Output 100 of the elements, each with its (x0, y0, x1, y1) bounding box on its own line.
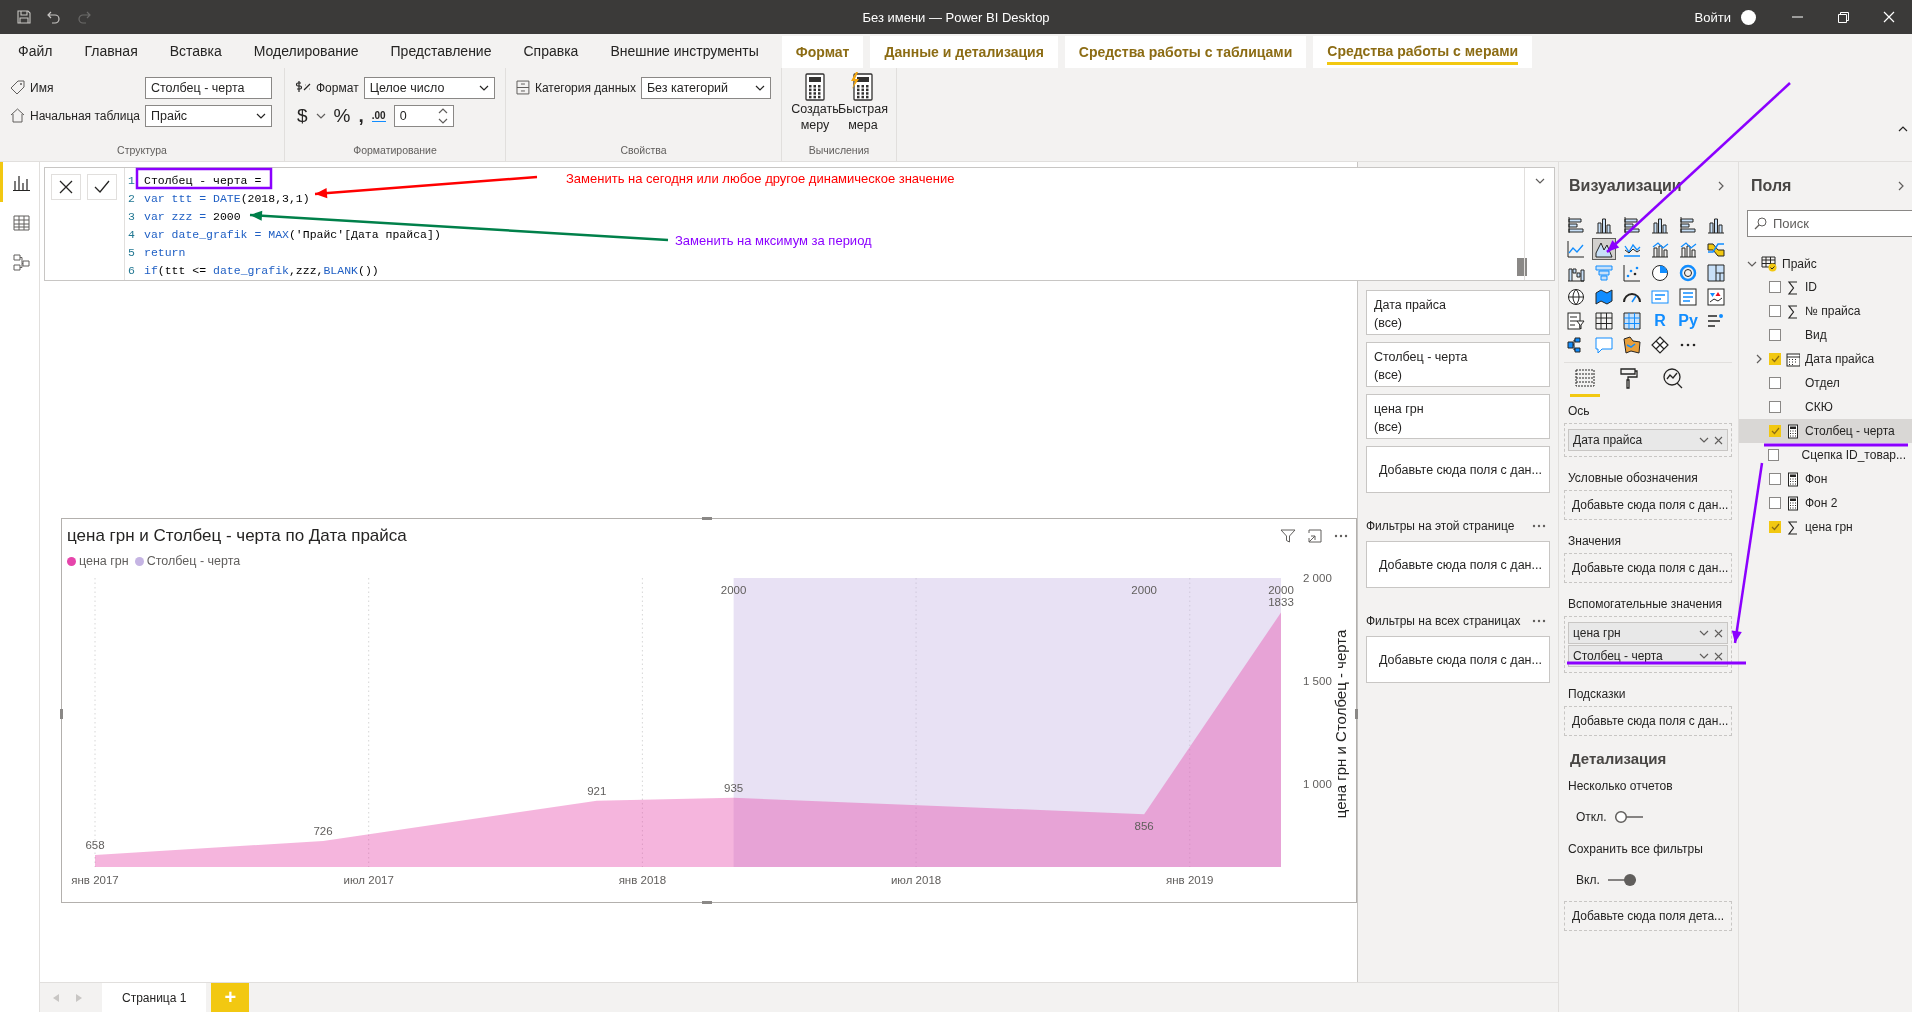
ribbon-tab[interactable]: Данные и детализация (870, 36, 1058, 68)
checkbox[interactable] (1769, 281, 1781, 293)
kpi-icon[interactable] (1704, 286, 1728, 308)
expand-icon[interactable] (1747, 259, 1757, 269)
collapse-ribbon-icon[interactable] (1898, 124, 1908, 134)
field-item[interactable]: Дата прайса (1739, 347, 1912, 371)
collapse-pane-icon[interactable] (1716, 181, 1726, 191)
collapse-pane-icon[interactable] (1896, 181, 1906, 191)
percent-button[interactable]: % (333, 104, 351, 127)
filter-card[interactable]: Столбец - черта (все) (1366, 342, 1550, 387)
field-item[interactable]: цена грн (1739, 515, 1912, 539)
toggle-switch[interactable] (1612, 810, 1645, 824)
ribbon-tab[interactable]: Файл (2, 34, 69, 68)
checkbox[interactable] (1769, 377, 1781, 389)
field-item[interactable]: № прайса (1739, 299, 1912, 323)
checkbox[interactable] (1769, 353, 1781, 365)
axis-label: июл 2017 (343, 874, 394, 886)
ribbon-tab[interactable]: Моделирование (237, 34, 375, 68)
page-tab[interactable]: Страница 1 (102, 983, 207, 1012)
code-line[interactable]: Столбец - черта = (144, 173, 262, 187)
minimize-icon[interactable] (1791, 16, 1803, 18)
measure-button[interactable]: Создать меру (792, 72, 838, 144)
more-options-icon[interactable] (1532, 619, 1546, 623)
ribbon-tab[interactable]: Представление (374, 34, 508, 68)
toggle-switch[interactable] (1605, 873, 1638, 887)
checkbox[interactable] (1768, 449, 1779, 461)
format-dropdown[interactable]: Целое число (363, 76, 495, 99)
thousands-button[interactable]: , (358, 104, 364, 127)
search-field[interactable]: Поиск (1747, 210, 1912, 237)
expand-icon[interactable] (1534, 176, 1545, 186)
commit-button[interactable] (87, 174, 117, 200)
table-icon[interactable] (1592, 310, 1616, 332)
measure-button[interactable]: Быстрая мера (840, 72, 886, 144)
ribbon-tab[interactable]: Средства работы с таблицами (1064, 36, 1307, 68)
shape-map-icon[interactable] (1620, 334, 1644, 356)
table-dropdown[interactable]: Прайс (145, 104, 272, 127)
ribbon-tab[interactable]: Вставка (153, 34, 238, 68)
slicer-icon[interactable] (1564, 310, 1588, 332)
filled-map-icon[interactable] (1592, 286, 1616, 308)
checkbox[interactable] (1769, 305, 1781, 317)
code-line[interactable]: var date_grafik = MAX('Прайс'[Дата прайса]) (144, 227, 441, 241)
ribbon-tab[interactable]: Главная (68, 34, 154, 68)
ribbon-tab[interactable]: Внешние инструменты (594, 34, 775, 68)
ribbon-tab[interactable]: Справка (507, 34, 595, 68)
field-item[interactable]: Фон 2 (1739, 491, 1912, 515)
avatar-icon[interactable] (1741, 9, 1756, 25)
more-options-icon[interactable] (1532, 524, 1546, 528)
cancel-button[interactable] (51, 174, 81, 200)
filter-card[interactable]: Дата прайса (все) (1366, 290, 1550, 335)
ribbon-tab[interactable]: Формат (781, 36, 864, 68)
filter-drop-zone[interactable]: Добавьте сюда поля с дан... (1366, 446, 1550, 493)
field-pill[interactable]: Дата прайса (1568, 429, 1728, 451)
tag-icon (10, 80, 25, 95)
checkbox[interactable] (1769, 425, 1781, 437)
check-icon[interactable] (94, 180, 110, 194)
expand-icon[interactable] (1754, 354, 1764, 364)
field-item[interactable]: Отдел (1739, 371, 1912, 395)
checkbox[interactable] (1769, 401, 1781, 413)
field-pill[interactable]: цена грн (1568, 622, 1728, 644)
name-field[interactable]: Столбец - черта (145, 76, 272, 99)
restore-icon[interactable] (1837, 11, 1849, 23)
remove-icon[interactable] (1714, 628, 1723, 638)
focus-mode-icon[interactable] (1308, 529, 1322, 543)
field-item[interactable]: Вид (1739, 323, 1912, 347)
close-icon[interactable] (59, 180, 73, 194)
code-line[interactable]: if(ttt <= date_grafik,zzz,BLANK()) (144, 263, 379, 277)
filter-drop-zone[interactable]: Добавьте сюда поля с дан... (1366, 636, 1550, 683)
more-options-icon[interactable] (1334, 534, 1348, 538)
checkbox[interactable] (1769, 521, 1781, 533)
sign-in-link[interactable]: Войти (1694, 9, 1731, 25)
model-icon[interactable] (12, 252, 31, 272)
currency-button[interactable]: $ (297, 104, 308, 127)
scrollbar-thumb[interactable] (1517, 258, 1527, 276)
table-item[interactable]: Прайс (1747, 253, 1912, 275)
decimal-places-field[interactable]: 0 (393, 104, 454, 127)
field-item[interactable]: ID (1739, 275, 1912, 299)
remove-icon[interactable] (1714, 651, 1723, 661)
code-line[interactable]: var ttt = DATE(2018,3,1) (144, 191, 310, 205)
code-line[interactable]: var zzz = 2000 (144, 209, 241, 223)
currency-percent-icon (295, 80, 311, 95)
filter-drop-zone[interactable]: Добавьте сюда поля с дан... (1366, 541, 1550, 588)
filter-icon[interactable] (1280, 529, 1296, 543)
filter-card[interactable]: цена грн (все) (1366, 394, 1550, 439)
checkbox[interactable] (1769, 473, 1781, 485)
checkbox[interactable] (1769, 329, 1781, 341)
category-dropdown[interactable]: Без категорий (640, 76, 771, 99)
code-line[interactable]: return (144, 245, 186, 259)
save-icon[interactable] (16, 9, 32, 25)
field-item[interactable]: Сцепка ID_товар... (1739, 443, 1912, 467)
treemap-icon[interactable] (1704, 262, 1728, 284)
ribbon-tab[interactable]: Средства работы с мерами (1313, 36, 1533, 68)
field-item[interactable]: Фон (1739, 467, 1912, 491)
remove-icon[interactable] (1714, 435, 1723, 445)
checkbox[interactable] (1769, 497, 1781, 509)
field-item[interactable]: Столбец - черта (1739, 419, 1912, 443)
field-label: Категория данных (534, 80, 636, 95)
field-pill[interactable]: Столбец - черта (1568, 645, 1728, 667)
field-item[interactable]: СКЮ (1739, 395, 1912, 419)
undo-icon[interactable] (46, 9, 62, 25)
decimals-button[interactable]: .00 (371, 109, 386, 122)
